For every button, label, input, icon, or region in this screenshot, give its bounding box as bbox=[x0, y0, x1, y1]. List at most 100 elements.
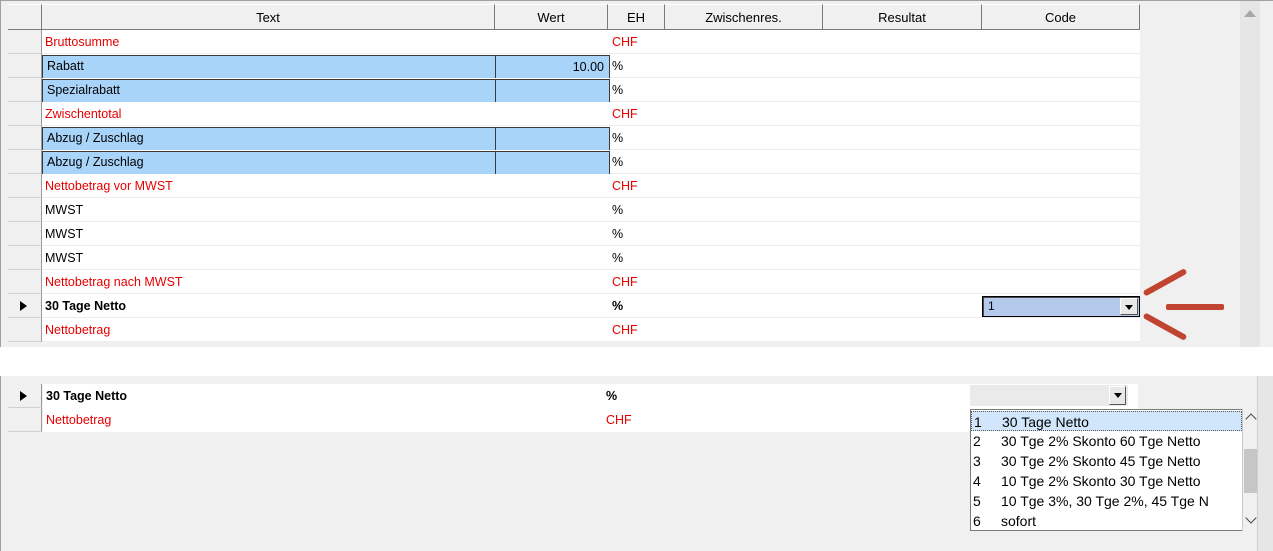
code-option[interactable]: 6 sofort bbox=[971, 511, 1242, 530]
row-text: Nettobetrag bbox=[46, 413, 112, 427]
table-row: MWST % bbox=[42, 198, 1140, 222]
text-input-cell[interactable]: Abzug / Zuschlag bbox=[42, 151, 498, 175]
wert-input-cell[interactable] bbox=[495, 151, 610, 175]
header-wert[interactable]: Wert bbox=[495, 4, 608, 30]
code-option-label: sofort bbox=[1001, 513, 1037, 529]
row-unit: % bbox=[612, 83, 624, 97]
table-row: Zwischentotal CHF bbox=[42, 102, 1140, 126]
text-input-cell[interactable]: Abzug / Zuschlag bbox=[42, 127, 498, 151]
code-option[interactable]: 1 30 Tage Netto bbox=[971, 411, 1242, 431]
row-selector[interactable] bbox=[8, 318, 42, 342]
row-text: Bruttosumme bbox=[45, 35, 120, 49]
code-combo-dropdown-button[interactable] bbox=[1109, 386, 1126, 405]
header-text[interactable]: Text bbox=[42, 4, 495, 30]
row-text: MWST bbox=[45, 251, 84, 265]
code-option-label: 10 Tge 3%, 30 Tge 2%, 45 Tge N bbox=[1001, 493, 1209, 509]
table-row: Bruttosumme CHF bbox=[42, 30, 1140, 54]
header-corner bbox=[8, 4, 42, 30]
code-option[interactable]: 4 10 Tge 2% Skonto 30 Tge Netto bbox=[971, 471, 1242, 491]
row-selector[interactable] bbox=[8, 246, 42, 270]
code-option-key: 6 bbox=[973, 513, 981, 529]
table-row-current: 30 Tage Netto % bbox=[42, 294, 1140, 318]
grid-bottom: 30 Tage Netto % Nettobetrag CHF 1 30 Tage… bbox=[0, 376, 1273, 551]
row-selector-current[interactable] bbox=[8, 294, 42, 318]
code-option-key: 1 bbox=[974, 414, 982, 430]
code-option-key: 3 bbox=[973, 453, 981, 469]
row-text: Spezialrabatt bbox=[47, 83, 120, 97]
row-selector[interactable] bbox=[8, 408, 42, 432]
code-option-key: 5 bbox=[973, 493, 981, 509]
code-option-label: 30 Tge 2% Skonto 60 Tge Netto bbox=[1001, 433, 1201, 449]
code-option[interactable]: 5 10 Tge 3%, 30 Tge 2%, 45 Tge N bbox=[971, 491, 1242, 511]
row-unit: % bbox=[606, 389, 618, 403]
row-selector[interactable] bbox=[8, 126, 42, 150]
wert-input-cell[interactable] bbox=[495, 79, 610, 103]
row-text: Nettobetrag bbox=[45, 323, 111, 337]
row-unit: % bbox=[612, 227, 624, 241]
code-options-list[interactable]: 1 30 Tage Netto 2 30 Tge 2% Skonto 60 Tge … bbox=[970, 409, 1245, 531]
chevron-up-icon[interactable] bbox=[1245, 413, 1257, 425]
code-combo[interactable]: 1 bbox=[982, 296, 1140, 317]
frame-border bbox=[0, 0, 1273, 1]
header-zwischenres[interactable]: Zwischenres. bbox=[665, 4, 823, 30]
row-unit: % bbox=[612, 59, 624, 73]
table-row: MWST % bbox=[42, 246, 1140, 270]
scroll-up-icon[interactable] bbox=[1244, 10, 1256, 17]
row-text: Zwischentotal bbox=[45, 107, 122, 121]
table-row: Spezialrabatt % bbox=[42, 78, 1140, 103]
text-input-cell[interactable]: Spezialrabatt bbox=[42, 79, 498, 103]
frame-border bbox=[0, 376, 1, 551]
code-option[interactable]: 3 30 Tge 2% Skonto 45 Tge Netto bbox=[971, 451, 1242, 471]
text-input-cell[interactable]: Rabatt bbox=[42, 55, 498, 79]
header-resultat[interactable]: Resultat bbox=[823, 4, 982, 30]
row-selector[interactable] bbox=[8, 174, 42, 198]
vertical-scrollbar[interactable] bbox=[1240, 1, 1260, 347]
vertical-scrollbar[interactable] bbox=[1257, 376, 1273, 551]
row-selector[interactable] bbox=[8, 102, 42, 126]
chevron-down-icon[interactable] bbox=[1245, 512, 1257, 524]
header-code[interactable]: Code bbox=[982, 4, 1140, 30]
row-text: 30 Tage Netto bbox=[46, 389, 128, 403]
table-row: MWST % bbox=[42, 222, 1140, 246]
row-text: MWST bbox=[45, 227, 84, 241]
table-row: Nettobetrag vor MWST CHF bbox=[42, 174, 1140, 198]
code-combo-value: 1 bbox=[988, 299, 995, 313]
row-selector[interactable] bbox=[8, 198, 42, 222]
row-text: Nettobetrag vor MWST bbox=[45, 179, 173, 193]
wert-input-cell[interactable]: 10.00 bbox=[495, 55, 610, 79]
row-text: MWST bbox=[45, 203, 84, 217]
row-selector[interactable] bbox=[8, 270, 42, 294]
row-selector[interactable] bbox=[8, 78, 42, 102]
row-text: Abzug / Zuschlag bbox=[47, 131, 144, 145]
header-eh[interactable]: EH bbox=[608, 4, 665, 30]
table-row: Abzug / Zuschlag % bbox=[42, 150, 1140, 175]
row-unit: CHF bbox=[612, 323, 638, 337]
callout-arrow-icon bbox=[1166, 304, 1224, 310]
row-value: 10.00 bbox=[572, 60, 604, 74]
row-unit: CHF bbox=[612, 107, 638, 121]
row-selector-current[interactable] bbox=[8, 384, 42, 408]
row-unit: % bbox=[612, 299, 624, 313]
code-option-label: 30 Tge 2% Skonto 45 Tge Netto bbox=[1001, 453, 1201, 469]
row-unit: CHF bbox=[612, 179, 638, 193]
code-option[interactable]: 2 30 Tge 2% Skonto 60 Tge Netto bbox=[971, 431, 1242, 451]
row-unit: % bbox=[612, 203, 624, 217]
table-row: Abzug / Zuschlag % bbox=[42, 126, 1140, 151]
row-selector[interactable] bbox=[8, 30, 42, 54]
row-selector[interactable] bbox=[8, 222, 42, 246]
row-text: Nettobetrag nach MWST bbox=[45, 275, 183, 289]
row-unit: % bbox=[612, 251, 624, 265]
wert-input-cell[interactable] bbox=[495, 127, 610, 151]
table-row: Nettobetrag CHF bbox=[42, 318, 1140, 342]
row-selector[interactable] bbox=[8, 150, 42, 174]
row-unit: CHF bbox=[606, 413, 632, 427]
chevron-down-icon bbox=[1125, 305, 1133, 310]
code-combo-dropdown-button[interactable] bbox=[1120, 298, 1138, 315]
code-option-key: 2 bbox=[973, 433, 981, 449]
code-combo-open[interactable] bbox=[970, 385, 1128, 406]
row-selector[interactable] bbox=[8, 54, 42, 78]
code-option-label: 10 Tge 2% Skonto 30 Tge Netto bbox=[1001, 473, 1201, 489]
callout-arrow-icon bbox=[1142, 268, 1188, 297]
row-unit: % bbox=[612, 155, 624, 169]
row-unit: CHF bbox=[612, 35, 638, 49]
